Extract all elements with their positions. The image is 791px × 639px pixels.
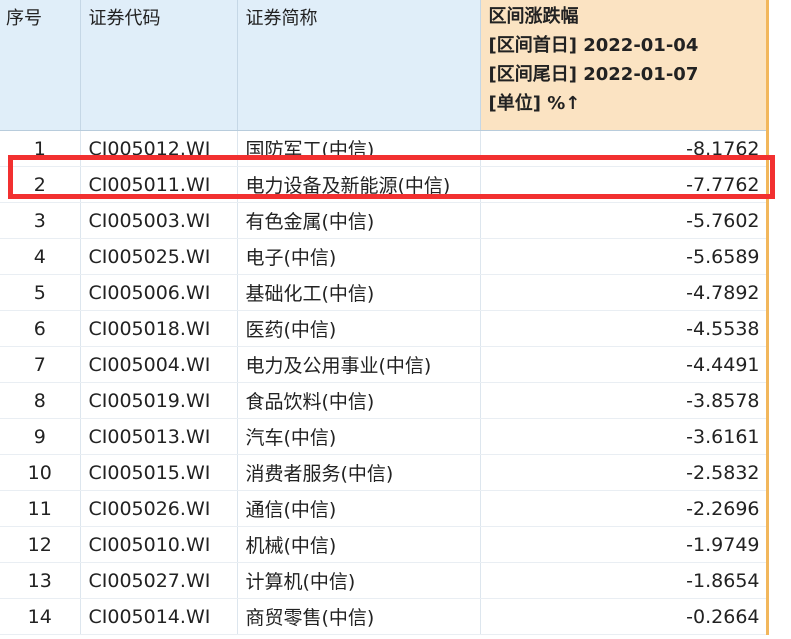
cell-code: CI005026.WI — [80, 490, 238, 527]
table-row[interactable]: 5 CI005006.WI 基础化工(中信) -4.7892 — [0, 274, 769, 311]
cell-code: CI005003.WI — [80, 202, 238, 239]
column-header-code[interactable]: 证券代码 — [80, 0, 238, 131]
cell-name: 电力及公用事业(中信) — [237, 346, 481, 383]
cell-name: 机械(中信) — [237, 526, 481, 563]
cell-code: CI005019.WI — [80, 382, 238, 419]
cell-change: -4.4491 — [480, 346, 769, 383]
cell-seq: 5 — [0, 274, 81, 311]
cell-seq: 14 — [0, 598, 81, 635]
cell-name: 汽车(中信) — [237, 418, 481, 455]
cell-change: -2.2696 — [480, 490, 769, 527]
table-row[interactable]: 1 CI005012.WI 国防军工(中信) -8.1762 — [0, 130, 769, 167]
cell-code: CI005018.WI — [80, 310, 238, 347]
table-row[interactable]: 12 CI005010.WI 机械(中信) -1.9749 — [0, 526, 769, 563]
table-row[interactable]: 4 CI005025.WI 电子(中信) -5.6589 — [0, 238, 769, 275]
cell-seq: 1 — [0, 130, 81, 167]
table-row[interactable]: 10 CI005015.WI 消费者服务(中信) -2.5832 — [0, 454, 769, 491]
table-row[interactable]: 2 CI005011.WI 电力设备及新能源(中信) -7.7762 — [0, 166, 769, 203]
cell-code: CI005013.WI — [80, 418, 238, 455]
cell-change: -5.6589 — [480, 238, 769, 275]
cell-name: 电子(中信) — [237, 238, 481, 275]
cell-change: -3.6161 — [480, 418, 769, 455]
cell-code: CI005004.WI — [80, 346, 238, 383]
table-row[interactable]: 7 CI005004.WI 电力及公用事业(中信) -4.4491 — [0, 346, 769, 383]
cell-code: CI005025.WI — [80, 238, 238, 275]
column-header-change-sorted[interactable]: 区间涨跌幅 [区间首日] 2022-01-04 [区间尾日] 2022-01-0… — [480, 0, 769, 131]
cell-code: CI005015.WI — [80, 454, 238, 491]
change-header-title: 区间涨跌幅 — [488, 6, 579, 27]
cell-seq: 9 — [0, 418, 81, 455]
cell-seq: 12 — [0, 526, 81, 563]
table-body: 1 CI005012.WI 国防军工(中信) -8.1762 2 CI005011.WI… — [0, 130, 769, 635]
cell-change: -5.7602 — [480, 202, 769, 239]
cell-seq: 6 — [0, 310, 81, 347]
table-row[interactable]: 8 CI005019.WI 食品饮料(中信) -3.8578 — [0, 382, 769, 419]
cell-code: CI005010.WI — [80, 526, 238, 563]
cell-change: -0.2664 — [480, 598, 769, 635]
cell-change: -4.5538 — [480, 310, 769, 347]
cell-change: -3.8578 — [480, 382, 769, 419]
cell-seq: 2 — [0, 166, 81, 203]
cell-change: -8.1762 — [480, 130, 769, 167]
cell-code: CI005011.WI — [80, 166, 238, 203]
cell-code: CI005027.WI — [80, 562, 238, 599]
table-row[interactable]: 14 CI005014.WI 商贸零售(中信) -0.2664 — [0, 598, 769, 635]
header-row: 序号 证券代码 证券简称 区间涨跌幅 [区间首日] 2022-01-04 [区间… — [0, 0, 769, 131]
industry-return-table: 序号 证券代码 证券简称 区间涨跌幅 [区间首日] 2022-01-04 [区间… — [0, 0, 769, 635]
cell-name: 计算机(中信) — [237, 562, 481, 599]
table-row[interactable]: 13 CI005027.WI 计算机(中信) -1.8654 — [0, 562, 769, 599]
change-header-end-date: [区间尾日] 2022-01-07 — [488, 64, 699, 85]
cell-change: -1.8654 — [480, 562, 769, 599]
cell-seq: 11 — [0, 490, 81, 527]
cell-name: 基础化工(中信) — [237, 274, 481, 311]
cell-seq: 3 — [0, 202, 81, 239]
change-header-unit-sort: [单位] %↑ — [488, 93, 581, 114]
cell-name: 电力设备及新能源(中信) — [237, 166, 481, 203]
cell-change: -7.7762 — [480, 166, 769, 203]
cell-name: 通信(中信) — [237, 490, 481, 527]
cell-seq: 7 — [0, 346, 81, 383]
cell-change: -1.9749 — [480, 526, 769, 563]
cell-name: 国防军工(中信) — [237, 130, 481, 167]
cell-seq: 13 — [0, 562, 81, 599]
cell-code: CI005006.WI — [80, 274, 238, 311]
cell-name: 有色金属(中信) — [237, 202, 481, 239]
table-row[interactable]: 3 CI005003.WI 有色金属(中信) -5.7602 — [0, 202, 769, 239]
cell-change: -2.5832 — [480, 454, 769, 491]
cell-name: 消费者服务(中信) — [237, 454, 481, 491]
cell-name: 食品饮料(中信) — [237, 382, 481, 419]
cell-name: 商贸零售(中信) — [237, 598, 481, 635]
change-header-start-date: [区间首日] 2022-01-04 — [488, 35, 699, 56]
cell-code: CI005012.WI — [80, 130, 238, 167]
cell-name: 医药(中信) — [237, 310, 481, 347]
cell-seq: 4 — [0, 238, 81, 275]
cell-change: -4.7892 — [480, 274, 769, 311]
column-header-name[interactable]: 证券简称 — [237, 0, 481, 131]
cell-code: CI005014.WI — [80, 598, 238, 635]
table-row[interactable]: 9 CI005013.WI 汽车(中信) -3.6161 — [0, 418, 769, 455]
cell-seq: 8 — [0, 382, 81, 419]
table-row[interactable]: 11 CI005026.WI 通信(中信) -2.2696 — [0, 490, 769, 527]
table-row[interactable]: 6 CI005018.WI 医药(中信) -4.5538 — [0, 310, 769, 347]
column-header-seq[interactable]: 序号 — [0, 0, 81, 131]
screenshot-root: 序号 证券代码 证券简称 区间涨跌幅 [区间首日] 2022-01-04 [区间… — [0, 0, 791, 639]
cell-seq: 10 — [0, 454, 81, 491]
